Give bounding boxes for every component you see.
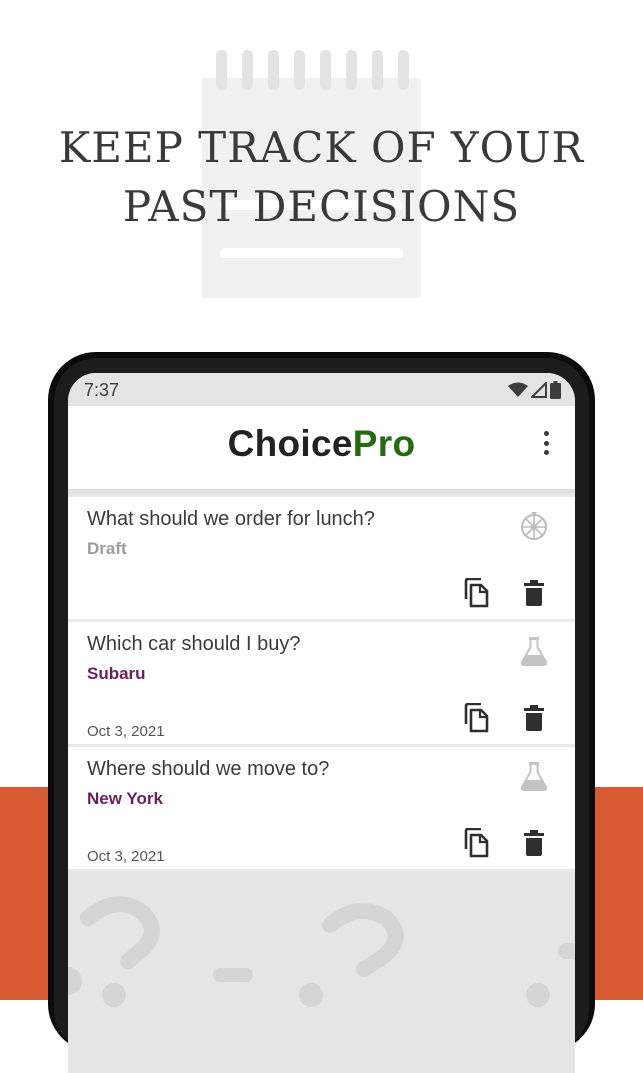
- decision-date: Oct 3, 2021: [87, 848, 165, 865]
- copy-button[interactable]: [460, 827, 492, 859]
- headline-line-2: PAST DECISIONS: [122, 182, 521, 231]
- decision-card[interactable]: Which car should I buy? Subaru Oct 3, 20…: [68, 622, 575, 747]
- question-mark-pattern: [68, 873, 575, 1073]
- flask-icon: [520, 637, 548, 666]
- decision-answer: New York: [87, 789, 163, 808]
- decision-answer: Subaru: [87, 664, 146, 683]
- wheel-icon: [521, 512, 547, 540]
- signal-icon: [531, 382, 547, 398]
- decision-card[interactable]: What should we order for lunch? Draft: [68, 497, 575, 622]
- app-title-choice: Choice: [227, 423, 353, 464]
- status-bar: 7:37: [68, 373, 575, 406]
- trash-icon: [524, 705, 544, 731]
- delete-button[interactable]: [520, 827, 548, 859]
- phone-screen: 7:37 Choice Pro What should we order for…: [68, 373, 575, 1073]
- decision-question: What should we order for lunch?: [87, 508, 375, 530]
- status-time: 7:37: [84, 380, 120, 400]
- battery-icon: [550, 381, 561, 399]
- copy-button[interactable]: [460, 577, 492, 609]
- delete-button[interactable]: [520, 702, 548, 734]
- decision-question: Which car should I buy?: [87, 633, 301, 655]
- copy-icon: [464, 703, 489, 733]
- decision-list: What should we order for lunch? Draft Wh…: [68, 497, 575, 872]
- decision-question: Where should we move to?: [87, 758, 330, 780]
- decision-status: Draft: [87, 539, 127, 558]
- status-icons: [508, 381, 561, 399]
- copy-button[interactable]: [460, 702, 492, 734]
- app-title: Choice Pro: [68, 406, 575, 482]
- decision-date: Oct 3, 2021: [87, 723, 165, 740]
- decision-card[interactable]: Where should we move to? New York Oct 3,…: [68, 747, 575, 872]
- app-title-pro: Pro: [352, 423, 416, 464]
- headline-line-1: KEEP TRACK OF YOUR: [58, 123, 585, 172]
- more-vert-dot: [543, 440, 549, 446]
- app-bar-shadow: [68, 489, 575, 497]
- copy-icon: [464, 578, 489, 608]
- flask-icon: [520, 762, 548, 791]
- trash-icon: [524, 830, 544, 856]
- app-bar: Choice Pro: [68, 406, 575, 489]
- phone-frame: 7:37 Choice Pro What should we order for…: [48, 352, 595, 1073]
- headline: KEEP TRACK OF YOUR PAST DECISIONS: [0, 118, 643, 236]
- trash-icon: [524, 580, 544, 606]
- delete-button[interactable]: [520, 577, 548, 609]
- copy-icon: [464, 828, 489, 858]
- overflow-menu-button[interactable]: [539, 428, 553, 458]
- more-vert-icon: [543, 431, 549, 436]
- more-vert-dot: [543, 450, 549, 455]
- wifi-icon: [508, 382, 528, 397]
